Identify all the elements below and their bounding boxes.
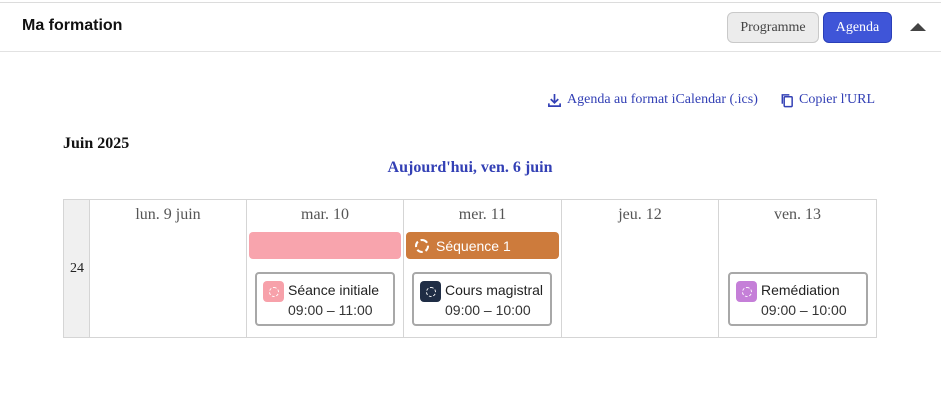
caret-up-icon[interactable] — [910, 23, 926, 31]
programme-button[interactable]: Programme — [727, 12, 819, 43]
week-number: 24 — [70, 261, 84, 276]
day-label: lun. 9 juin — [135, 206, 201, 223]
event-time: 09:00 – 10:00 — [761, 302, 847, 318]
day-label: jeu. 12 — [618, 206, 662, 223]
section-title: Ma formation — [22, 17, 123, 34]
event-icon — [736, 281, 757, 302]
week-number-column: 24 — [64, 200, 90, 337]
event-icon — [420, 281, 441, 302]
copy-link-label: Copier l'URL — [799, 92, 876, 107]
agenda-button[interactable]: Agenda — [823, 12, 892, 43]
event-card-remediation[interactable]: Remédiation 09:00 – 10:00 — [728, 272, 868, 326]
day-label: ven. 13 — [773, 206, 822, 223]
month-title: Juin 2025 — [63, 135, 130, 152]
pink-event-bar[interactable] — [249, 232, 401, 259]
event-card-seance-initiale[interactable]: Séance initiale 09:00 – 11:00 — [255, 272, 395, 326]
day-label: mer. 11 — [458, 206, 507, 223]
event-title: Séance initiale — [288, 282, 380, 298]
event-icon — [263, 281, 284, 302]
day-column-monday: lun. 9 juin — [90, 200, 247, 337]
event-title: Remédiation — [761, 282, 840, 298]
day-column-thursday: jeu. 12 — [562, 200, 719, 337]
event-title: Cours magistral — [445, 282, 544, 298]
copy-icon — [781, 93, 793, 107]
event-time: 09:00 – 10:00 — [445, 302, 531, 318]
week-grid: 24 lun. 9 juin mar. 10 mer. 11 jeu. 12 v… — [63, 199, 877, 338]
sequence-bar[interactable]: Séquence 1 — [406, 232, 559, 259]
copy-url-link[interactable]: Copier l'URL — [780, 92, 875, 108]
today-label: Aujourd'hui, ven. 6 juin — [387, 159, 553, 176]
sequence-icon — [415, 238, 429, 253]
section-header: Ma formation Programme Agenda — [0, 3, 941, 52]
day-label: mar. 10 — [301, 206, 349, 223]
event-time: 09:00 – 11:00 — [288, 302, 373, 318]
ics-link-label: Agenda au format iCalendar (.ics) — [567, 92, 758, 107]
ics-download-link[interactable]: Agenda au format iCalendar (.ics) — [547, 92, 758, 108]
event-card-cours-magistral[interactable]: Cours magistral 09:00 – 10:00 — [412, 272, 552, 326]
download-icon — [548, 93, 561, 107]
sequence-label: Séquence 1 — [436, 237, 511, 254]
